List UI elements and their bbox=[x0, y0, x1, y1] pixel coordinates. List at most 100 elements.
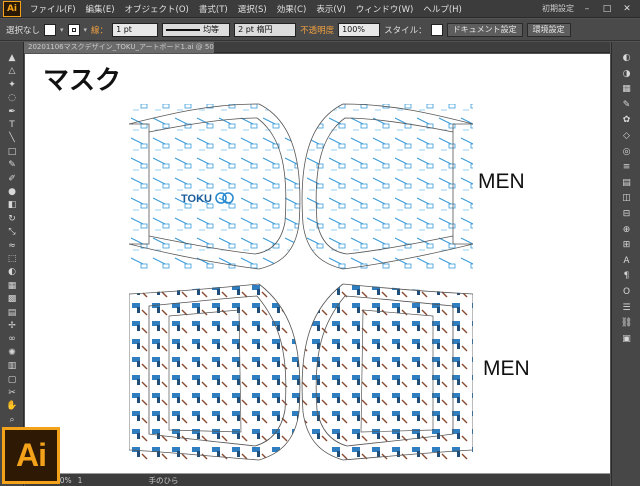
profile-preview bbox=[166, 28, 201, 31]
brush-definition[interactable]: 2 pt 楕円 bbox=[234, 22, 297, 37]
menu-effect[interactable]: 効果(C) bbox=[272, 3, 312, 15]
preferences-button[interactable]: 環境設定 bbox=[526, 22, 571, 37]
selection-status: 選択なし bbox=[6, 25, 41, 36]
control-bar: 選択なし ▾ ▾ 線： 1 pt 均等 2 pt 楕円 不透明度 100% スタ… bbox=[0, 19, 640, 41]
width-icon[interactable]: ≈ bbox=[5, 240, 19, 252]
minimize-icon[interactable]: – bbox=[580, 3, 594, 15]
line-icon[interactable]: ╲ bbox=[5, 132, 19, 144]
artboards-icon[interactable]: ▣ bbox=[619, 333, 634, 346]
blend-icon[interactable]: ∞ bbox=[5, 333, 19, 345]
hand-icon[interactable]: ✋ bbox=[5, 400, 19, 412]
chevron-down-icon[interactable]: ▾ bbox=[60, 26, 64, 34]
profile-label: 均等 bbox=[203, 25, 220, 34]
opacity-value: 100% bbox=[342, 25, 365, 34]
fill-swatch[interactable] bbox=[44, 23, 57, 36]
opacity-field[interactable]: 100% bbox=[338, 22, 381, 37]
opacity-label[interactable]: 不透明度 bbox=[300, 24, 334, 36]
transform-icon[interactable]: ⊞ bbox=[619, 239, 634, 252]
pen-icon[interactable]: ✒ bbox=[5, 106, 19, 118]
canvas-area[interactable]: マスク MEN MEN TOKU bbox=[25, 54, 610, 474]
menu-edit[interactable]: 編集(E) bbox=[81, 3, 120, 15]
zoom-icon[interactable]: ⌕ bbox=[5, 414, 19, 426]
direct-selection-icon[interactable]: △ bbox=[5, 65, 19, 77]
status-bar: 50% 1 手のひら bbox=[25, 474, 610, 486]
symbol-sprayer-icon[interactable]: ✺ bbox=[5, 347, 19, 359]
panel-dock: ◐ ◑ ▦ ✎ ✿ ◇ ◎ ≡ ▤ ◫ ⊟ ⊕ ⊞ A ¶ O ☰ ⛓ ▣ bbox=[611, 42, 640, 486]
appearance-icon[interactable]: ◎ bbox=[619, 146, 634, 159]
illustrator-window: Ai ファイル(F) 編集(E) オブジェクト(O) 書式(T) 選択(S) 効… bbox=[0, 0, 640, 486]
gradient-panel-icon[interactable]: ▤ bbox=[619, 177, 634, 190]
color-guide-icon[interactable]: ◑ bbox=[619, 68, 634, 81]
workspace-switcher[interactable]: 初期設定 bbox=[542, 3, 574, 14]
variable-width-profile[interactable]: 均等 bbox=[162, 22, 231, 37]
maximize-icon[interactable]: □ bbox=[600, 3, 614, 15]
chevron-down-icon[interactable]: ▾ bbox=[84, 26, 88, 34]
stroke-weight-value: 1 pt bbox=[116, 25, 132, 34]
layers-icon[interactable]: ☰ bbox=[619, 302, 634, 315]
menu-bar: Ai ファイル(F) 編集(E) オブジェクト(O) 書式(T) 選択(S) 効… bbox=[0, 0, 640, 18]
scale-icon[interactable]: ⤡ bbox=[5, 226, 19, 238]
swatches-icon[interactable]: ▦ bbox=[619, 83, 634, 96]
brand-text: TOKU bbox=[181, 193, 212, 205]
type-icon[interactable]: T bbox=[5, 119, 19, 131]
rotate-icon[interactable]: ↻ bbox=[5, 213, 19, 225]
lasso-icon[interactable]: ◌ bbox=[5, 92, 19, 104]
app-logo: Ai bbox=[3, 0, 21, 17]
graphic-style-swatch[interactable] bbox=[430, 23, 443, 36]
menu-help[interactable]: ヘルプ(H) bbox=[418, 3, 467, 15]
character-icon[interactable]: A bbox=[619, 255, 634, 268]
rectangle-icon[interactable]: □ bbox=[5, 146, 19, 158]
paragraph-icon[interactable]: ¶ bbox=[619, 270, 634, 283]
artboard-number[interactable]: 1 bbox=[78, 476, 83, 485]
menu-type[interactable]: 書式(T) bbox=[194, 3, 233, 15]
close-icon[interactable]: ✕ bbox=[620, 3, 634, 15]
stroke-label[interactable]: 線： bbox=[91, 24, 108, 36]
document-setup-button[interactable]: ドキュメント設定 bbox=[446, 22, 523, 37]
paintbrush-icon[interactable]: ✎ bbox=[5, 159, 19, 171]
artboard[interactable]: マスク MEN MEN TOKU bbox=[25, 54, 610, 473]
men-label-bottom: MEN bbox=[483, 357, 530, 380]
app-logo-large: Ai bbox=[2, 427, 60, 484]
artboard-title: マスク bbox=[43, 66, 122, 96]
stroke-swatch[interactable] bbox=[67, 23, 80, 36]
current-tool-status: 手のひら bbox=[148, 475, 179, 485]
pencil-icon[interactable]: ✐ bbox=[5, 173, 19, 185]
mesh-icon[interactable]: ▩ bbox=[5, 293, 19, 305]
graphic-styles-icon[interactable]: ◇ bbox=[619, 130, 634, 143]
magic-wand-icon[interactable]: ✦ bbox=[5, 79, 19, 91]
mask-pattern-blue[interactable]: TOKU bbox=[129, 94, 473, 272]
artboard-icon[interactable]: ▢ bbox=[5, 374, 19, 386]
stroke-weight-field[interactable]: 1 pt bbox=[112, 22, 159, 37]
gradient-icon[interactable]: ▤ bbox=[5, 307, 19, 319]
slice-icon[interactable]: ✂ bbox=[5, 387, 19, 399]
tools-panel: ▲ △ ✦ ◌ ✒ T ╲ □ ✎ ✐ ● ◧ ↻ ⤡ ≈ ⬚ ◐ ▦ ▩ ▤ ✢ ∞ ✺ ▥ ▢ ✂ ✋ ⌕ bbox=[0, 42, 24, 486]
graph-icon[interactable]: ▥ bbox=[5, 360, 19, 372]
eraser-icon[interactable]: ◧ bbox=[5, 199, 19, 211]
menu-view[interactable]: 表示(V) bbox=[311, 3, 350, 15]
menu-window[interactable]: ウィンドウ(W) bbox=[351, 3, 419, 15]
blob-brush-icon[interactable]: ● bbox=[5, 186, 19, 198]
menu-file[interactable]: ファイル(F) bbox=[25, 3, 81, 15]
perspective-icon[interactable]: ▦ bbox=[5, 280, 19, 292]
mask-pattern-tools[interactable] bbox=[129, 282, 473, 462]
men-label-top: MEN bbox=[478, 170, 525, 193]
menu-select[interactable]: 選択(S) bbox=[233, 3, 272, 15]
eyedropper-icon[interactable]: ✢ bbox=[5, 320, 19, 332]
style-label: スタイル： bbox=[384, 25, 427, 36]
align-icon[interactable]: ⊟ bbox=[619, 208, 634, 221]
color-icon[interactable]: ◐ bbox=[619, 52, 634, 65]
document-tab-bar: 20201106マスクデザイン_TOKU_アートボード1.ai @ 50% (R… bbox=[24, 42, 610, 53]
links-icon[interactable]: ⛓ bbox=[619, 317, 634, 330]
shape-builder-icon[interactable]: ◐ bbox=[5, 266, 19, 278]
free-transform-icon[interactable]: ⬚ bbox=[5, 253, 19, 265]
stroke-icon[interactable]: ≡ bbox=[619, 161, 634, 174]
document-tab[interactable]: 20201106マスクデザイン_TOKU_アートボード1.ai @ 50% (R… bbox=[24, 42, 214, 53]
opentype-icon[interactable]: O bbox=[619, 286, 634, 299]
symbols-icon[interactable]: ✿ bbox=[619, 114, 634, 127]
brush-label: 2 pt 楕円 bbox=[238, 25, 273, 34]
selection-icon[interactable]: ▲ bbox=[5, 52, 19, 64]
transparency-icon[interactable]: ◫ bbox=[619, 192, 634, 205]
pathfinder-icon[interactable]: ⊕ bbox=[619, 224, 634, 237]
brushes-icon[interactable]: ✎ bbox=[619, 99, 634, 112]
menu-object[interactable]: オブジェクト(O) bbox=[120, 3, 194, 15]
